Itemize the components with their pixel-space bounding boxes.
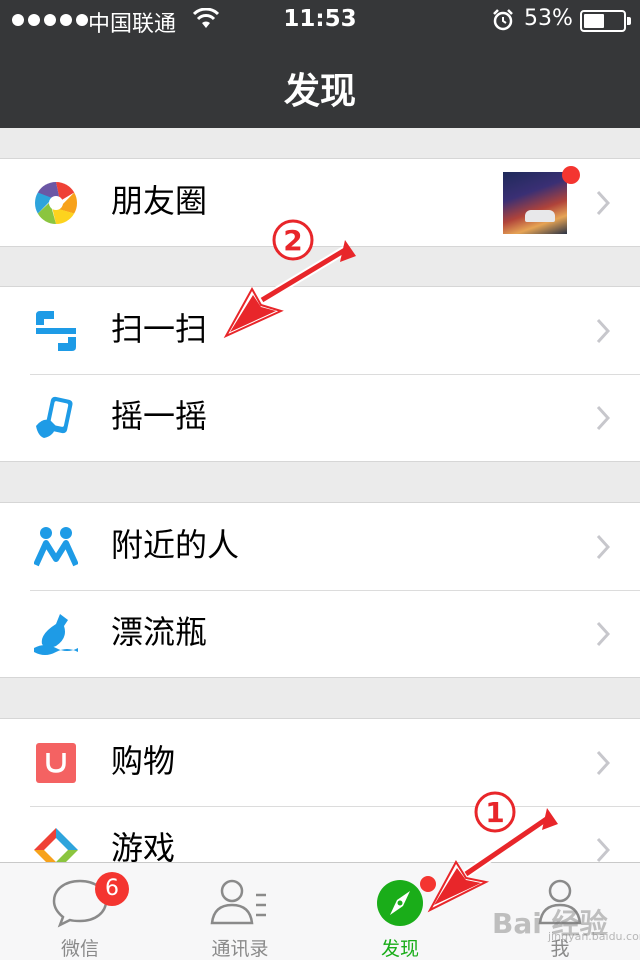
tab-contacts[interactable]: 通讯录 <box>160 863 320 960</box>
tab-discover[interactable]: 发现 <box>320 863 480 960</box>
list-item-label: 购物 <box>111 742 176 780</box>
moments-icon <box>34 182 78 224</box>
contacts-icon <box>210 879 266 925</box>
drift-bottle-icon <box>34 614 78 655</box>
tab-label: 通讯录 <box>211 938 269 960</box>
battery-icon <box>580 10 631 32</box>
list-item-label: 朋友圈 <box>111 182 208 220</box>
chevron-right-icon <box>596 405 610 431</box>
shopping-icon <box>36 743 76 783</box>
list-item-label: 扫一扫 <box>111 310 208 348</box>
new-post-dot <box>562 166 580 184</box>
list-item-scan[interactable]: 扫一扫 <box>0 287 640 374</box>
battery-percentage: 53% <box>524 6 573 31</box>
chevron-right-icon <box>596 318 610 344</box>
status-bar: 中国联通 11:53 53% <box>0 0 640 40</box>
chevron-right-icon <box>596 621 610 647</box>
chevron-right-icon <box>596 534 610 560</box>
list-item-label: 漂流瓶 <box>111 613 208 651</box>
scan-icon <box>36 311 76 351</box>
list-item-moments[interactable]: 朋友圈 <box>0 159 640 246</box>
watermark-url: jingyan.baidu.com <box>548 930 640 943</box>
list-item-people-nearby[interactable]: 附近的人 <box>0 503 640 590</box>
list-item-shopping[interactable]: 购物 <box>0 719 640 806</box>
tab-chats[interactable]: 6 微信 <box>0 863 160 960</box>
page-title: 发现 <box>283 71 356 112</box>
list-item-drift-bottle[interactable]: 漂流瓶 <box>0 590 640 677</box>
people-nearby-icon <box>34 527 78 567</box>
chevron-right-icon <box>596 190 610 216</box>
tab-label: 微信 <box>60 938 99 960</box>
new-dot-badge <box>418 874 438 894</box>
unread-badge: 6 <box>95 872 129 906</box>
moments-group: 朋友圈 <box>0 158 640 247</box>
moments-thumbnail <box>503 172 567 234</box>
scan-shake-group: 扫一扫 摇一摇 <box>0 286 640 462</box>
list-item-label: 摇一摇 <box>111 397 208 435</box>
alarm-icon <box>493 9 513 31</box>
list-item-shake[interactable]: 摇一摇 <box>0 374 640 461</box>
list-item-label: 附近的人 <box>111 526 240 564</box>
chevron-right-icon <box>596 837 610 863</box>
tab-label: 发现 <box>380 938 419 960</box>
shake-icon <box>36 396 73 438</box>
nearby-bottle-group: 附近的人 漂流瓶 <box>0 502 640 678</box>
chevron-right-icon <box>596 750 610 776</box>
top-bar: 中国联通 11:53 53% 发现 <box>0 0 640 128</box>
